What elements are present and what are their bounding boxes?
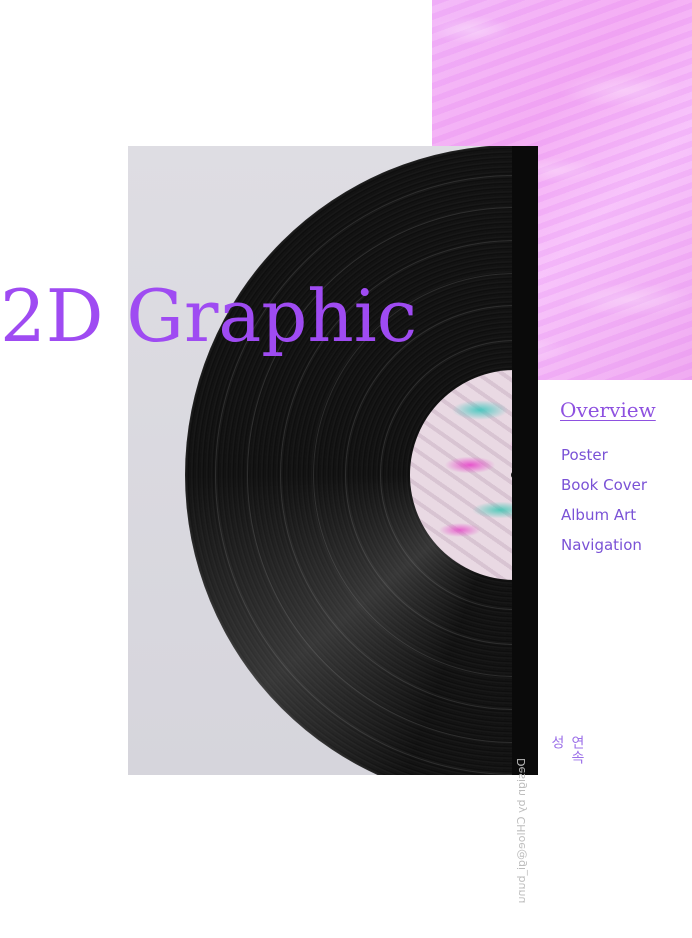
vertical-caption: 연속성 [549,735,585,765]
album-spine: Design by CHloe@gi_bunu [512,146,538,903]
nav-item-poster[interactable]: Poster [561,443,647,473]
nav-item-book-cover[interactable]: Book Cover [561,473,647,503]
overview-nav-list: Poster Book Cover Album Art Navigation [561,443,647,563]
vinyl-record [185,146,514,775]
overview-link[interactable]: Overview [560,398,656,422]
record-label-art [410,370,514,580]
record-label [410,370,514,580]
nav-item-album-art[interactable]: Album Art [561,503,647,533]
album-art-image [128,146,514,775]
nav-item-navigation[interactable]: Navigation [561,533,647,563]
spine-credit-text: Design by CHloe@gi_bunu [515,758,528,904]
page-headline: 2D Graphic [0,274,418,358]
